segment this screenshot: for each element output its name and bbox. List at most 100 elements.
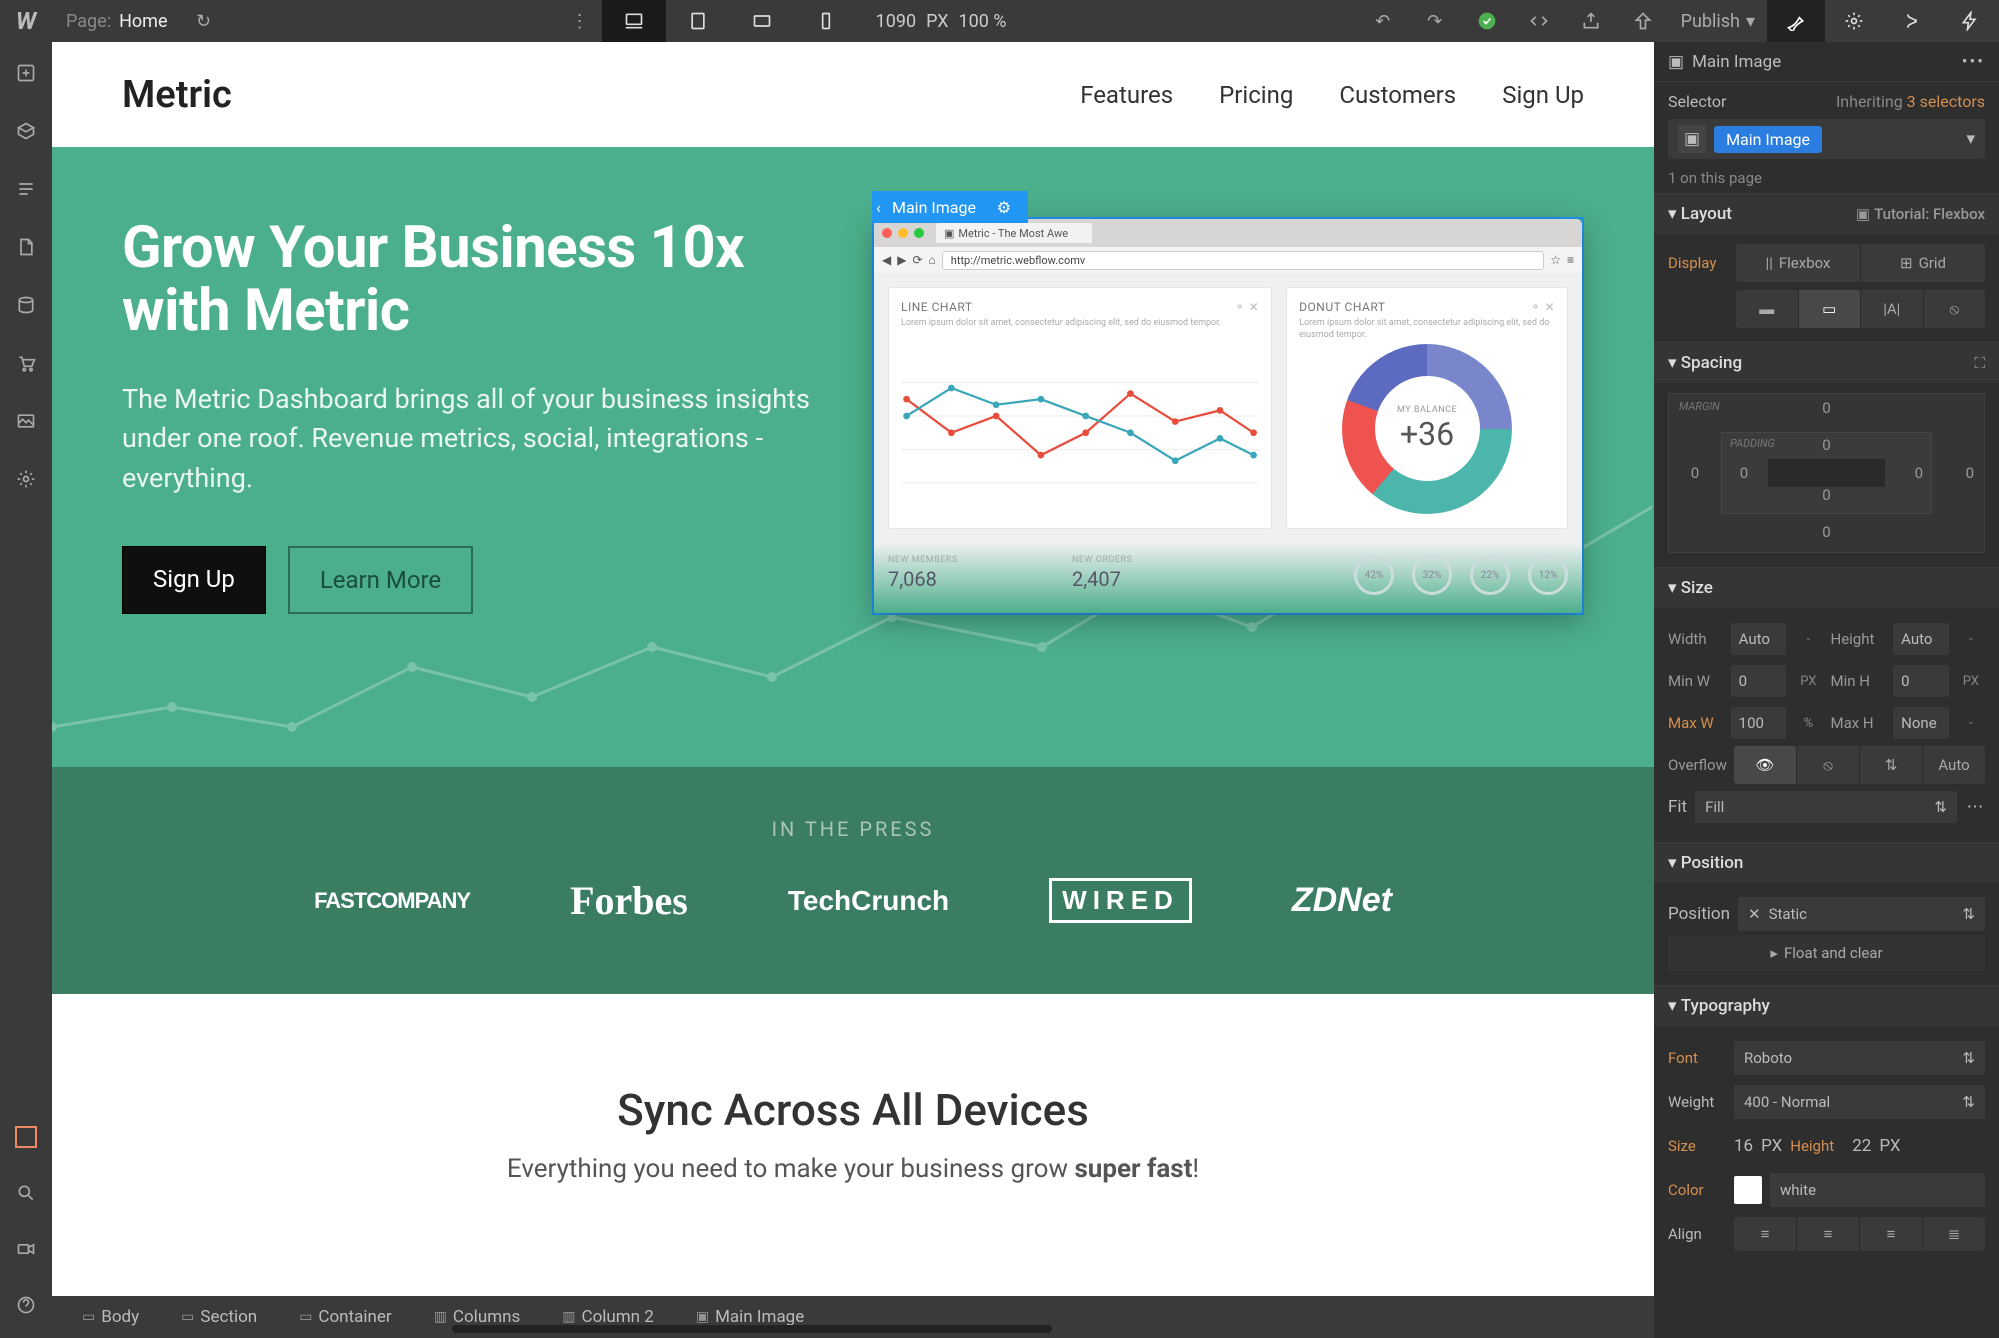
style-tab-icon[interactable]: [1767, 0, 1825, 42]
minh-unit[interactable]: PX: [1957, 674, 1985, 689]
section-layout-header[interactable]: ▾ Layout ▣ Tutorial: Flexbox: [1654, 194, 1999, 234]
search-icon[interactable]: [0, 1170, 52, 1216]
align-center-icon[interactable]: ≡: [1797, 1217, 1860, 1251]
press-logo-forbes[interactable]: Forbes: [570, 877, 688, 924]
padding-left[interactable]: 0: [1740, 464, 1748, 482]
nav-link-pricing[interactable]: Pricing: [1219, 81, 1293, 109]
display-inline-icon[interactable]: |A|: [1861, 290, 1924, 328]
spacing-expand-icon[interactable]: ⛶: [1974, 354, 1985, 372]
energy-tab-icon[interactable]: [1941, 0, 1999, 42]
status-ok-icon[interactable]: [1461, 0, 1513, 42]
more-icon[interactable]: ⋮: [558, 0, 602, 42]
minw-input[interactable]: 0: [1731, 665, 1787, 697]
spacing-editor[interactable]: MARGIN 0 0 0 0 PADDING 0 0 0 0: [1668, 393, 1985, 553]
chevron-down-icon[interactable]: ▾: [1966, 129, 1975, 149]
align-left-icon[interactable]: ≡: [1734, 1217, 1797, 1251]
padding-top[interactable]: 0: [1822, 436, 1830, 454]
chevron-left-icon[interactable]: ‹: [876, 198, 881, 217]
undo-icon[interactable]: ↶: [1357, 0, 1409, 42]
overflow-hidden-icon[interactable]: ⦸: [1797, 746, 1860, 784]
margin-bottom[interactable]: 0: [1822, 523, 1830, 541]
position-select[interactable]: ✕Static⇅: [1738, 897, 1985, 931]
width-input[interactable]: Auto: [1731, 623, 1787, 655]
canvas-size-readout[interactable]: 1090 PX 100 %: [858, 11, 1025, 32]
sync-title[interactable]: Sync Across All Devices: [92, 1084, 1614, 1136]
symbols-icon[interactable]: [0, 108, 52, 154]
help-icon[interactable]: [0, 1282, 52, 1328]
display-block-icon[interactable]: ▬: [1736, 290, 1799, 328]
maxh-unit[interactable]: -: [1957, 716, 1985, 731]
maxh-input[interactable]: None: [1893, 707, 1949, 739]
press-logo-wired[interactable]: WIRED: [1049, 878, 1192, 923]
align-right-icon[interactable]: ≡: [1860, 1217, 1923, 1251]
device-tablet-landscape-icon[interactable]: [730, 0, 794, 42]
margin-right[interactable]: 0: [1966, 464, 1974, 482]
maxw-unit[interactable]: %: [1794, 716, 1822, 731]
gear-icon[interactable]: ⚙: [990, 195, 1018, 219]
color-input[interactable]: white: [1770, 1173, 1985, 1207]
tutorial-link[interactable]: ▣ Tutorial: Flexbox: [1856, 205, 1985, 223]
minh-input[interactable]: 0: [1893, 665, 1949, 697]
settings-tab-icon[interactable]: [1825, 0, 1883, 42]
padding-bottom[interactable]: 0: [1822, 486, 1830, 504]
nav-link-customers[interactable]: Customers: [1339, 81, 1456, 109]
font-select[interactable]: Roboto⇅: [1734, 1041, 1985, 1075]
display-flex-option[interactable]: || Flexbox: [1736, 244, 1861, 282]
display-grid-option[interactable]: ⊞ Grid: [1861, 244, 1985, 282]
overflow-auto[interactable]: Auto: [1923, 746, 1985, 784]
fit-more-icon[interactable]: ⋯: [1965, 797, 1985, 817]
section-spacing-header[interactable]: ▾ Spacing⛶: [1654, 343, 1999, 383]
selector-chip[interactable]: Main Image: [1714, 126, 1822, 153]
section-typography-header[interactable]: ▾ Typography: [1654, 986, 1999, 1026]
device-tablet-icon[interactable]: [666, 0, 730, 42]
margin-top[interactable]: 0: [1822, 399, 1830, 417]
float-clear-toggle[interactable]: ▸Float and clear: [1668, 935, 1985, 971]
crumb-section[interactable]: ▭Section: [157, 1302, 275, 1332]
site-brand[interactable]: Metric: [122, 73, 232, 117]
fontsize-input[interactable]: 16: [1734, 1136, 1753, 1156]
press-logo-techcrunch[interactable]: TechCrunch: [788, 885, 949, 917]
publish-button[interactable]: Publish ▾: [1669, 11, 1767, 32]
inheriting-info[interactable]: Inheriting 3 selectors: [1836, 92, 1985, 111]
hero-learnmore-button[interactable]: Learn More: [288, 546, 473, 614]
align-justify-icon[interactable]: ≣: [1923, 1217, 1985, 1251]
margin-left[interactable]: 0: [1691, 464, 1699, 482]
code-icon[interactable]: [1513, 0, 1565, 42]
height-input[interactable]: Auto: [1893, 623, 1949, 655]
lineheight-input[interactable]: 22: [1852, 1136, 1871, 1156]
refresh-icon[interactable]: ↻: [182, 0, 226, 42]
share-icon[interactable]: [1617, 0, 1669, 42]
panel-more-icon[interactable]: •••: [1962, 52, 1985, 72]
page-selector[interactable]: Page: Home: [52, 11, 182, 32]
press-heading[interactable]: IN THE PRESS: [52, 817, 1654, 841]
hero-subtitle[interactable]: The Metric Dashboard brings all of your …: [122, 380, 822, 497]
app-logo-icon[interactable]: W: [0, 0, 52, 42]
interactions-tab-icon[interactable]: [1883, 0, 1941, 42]
height-unit[interactable]: -: [1957, 632, 1985, 647]
hero-signup-button[interactable]: Sign Up: [122, 546, 266, 614]
press-logo-fastcompany[interactable]: FASTCOMPANY: [314, 888, 470, 914]
display-none-icon[interactable]: ⦸: [1924, 290, 1986, 328]
device-mobile-icon[interactable]: [794, 0, 858, 42]
crumb-body[interactable]: ▭Body: [58, 1302, 157, 1332]
cms-icon[interactable]: [0, 282, 52, 328]
ecommerce-icon[interactable]: [0, 340, 52, 386]
settings-icon[interactable]: [0, 456, 52, 502]
add-element-icon[interactable]: [0, 50, 52, 96]
nav-link-features[interactable]: Features: [1080, 81, 1173, 109]
hero-title[interactable]: Grow Your Business 10x with Metric: [122, 217, 822, 342]
fit-select[interactable]: Fill⇅: [1695, 791, 1957, 823]
nav-link-signup[interactable]: Sign Up: [1502, 81, 1584, 109]
overflow-visible-icon[interactable]: 👁: [1734, 746, 1797, 784]
weight-select[interactable]: 400 - Normal⇅: [1734, 1085, 1985, 1119]
selected-element-frame[interactable]: ‹ Main Image ⚙ ▣Metric - The Most Awe ◀▶…: [872, 217, 1584, 615]
section-size-header[interactable]: ▾ Size: [1654, 568, 1999, 608]
lineheight-unit[interactable]: PX: [1879, 1136, 1900, 1156]
assets-icon[interactable]: [0, 398, 52, 444]
selection-label[interactable]: ‹ Main Image ⚙: [872, 191, 1028, 223]
minw-unit[interactable]: PX: [1794, 674, 1822, 689]
section-position-header[interactable]: ▾ Position: [1654, 843, 1999, 883]
export-icon[interactable]: [1565, 0, 1617, 42]
breadcrumb-scrollbar[interactable]: [452, 1325, 1052, 1333]
color-swatch[interactable]: [1734, 1176, 1762, 1204]
